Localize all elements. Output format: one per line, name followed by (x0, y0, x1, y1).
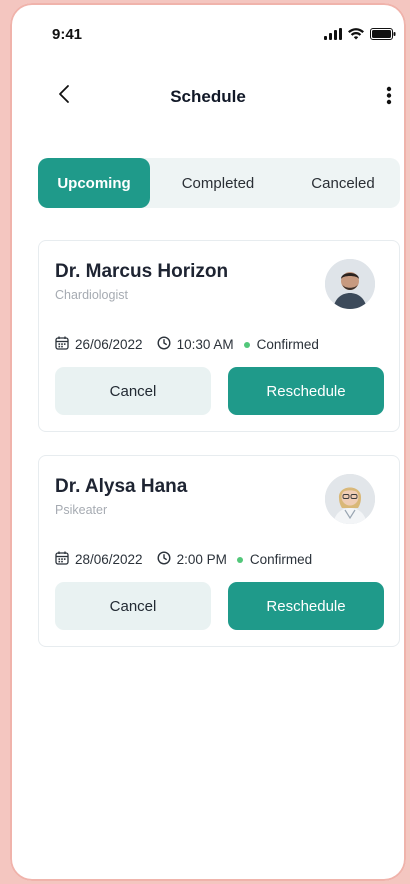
appointment-meta: 26/06/2022 10:30 AM Confirmed (55, 336, 319, 353)
cancel-button[interactable]: Cancel (55, 582, 211, 630)
doctor-avatar (325, 474, 375, 524)
app-header: Schedule (10, 81, 406, 111)
appointment-status: Confirmed (256, 337, 319, 352)
more-vertical-icon (386, 86, 392, 105)
reschedule-button[interactable]: Reschedule (228, 582, 384, 630)
status-bar: 9:41 (10, 3, 406, 63)
tab-canceled[interactable]: Canceled (286, 158, 400, 208)
status-dot (243, 341, 250, 348)
clock-icon (157, 336, 171, 353)
system-icons (324, 27, 396, 45)
appointment-status: Confirmed (249, 552, 313, 567)
tab-upcoming[interactable]: Upcoming (38, 158, 150, 208)
calendar-icon (55, 336, 69, 353)
clock-icon (157, 551, 171, 568)
calendar-icon (55, 551, 69, 568)
appointment-card: Dr. Marcus Horizon Chardiologist 26/06/2… (38, 240, 400, 432)
tab-completed[interactable]: Completed (150, 158, 286, 208)
wifi-icon (348, 27, 364, 45)
doctor-name: Dr. Marcus Horizon (55, 261, 229, 282)
phone-screen: 9:41 Schedule Upcoming Completed Cancele… (10, 3, 406, 881)
doctor-specialty: Psikeater (55, 503, 108, 517)
schedule-tabs: Upcoming Completed Canceled (38, 158, 400, 208)
appointment-time: 10:30 AM (176, 337, 234, 352)
doctor-name: Dr. Alysa Hana (55, 476, 188, 497)
cancel-button[interactable]: Cancel (55, 367, 211, 415)
doctor-specialty: Chardiologist (55, 288, 128, 302)
device-frame: 9:41 Schedule Upcoming Completed Cancele… (0, 0, 410, 884)
page-title: Schedule (170, 87, 246, 106)
status-time: 9:41 (52, 26, 83, 43)
doctor-avatar (325, 259, 375, 309)
more-options-button[interactable] (382, 83, 396, 109)
battery-icon (370, 27, 396, 45)
status-dot (236, 556, 243, 563)
appointment-date: 26/06/2022 (75, 337, 143, 352)
reschedule-button[interactable]: Reschedule (228, 367, 384, 415)
appointment-card: Dr. Alysa Hana Psikeater 28/06/2022 2:00… (38, 455, 400, 647)
appointment-time: 2:00 PM (176, 552, 227, 567)
appointment-meta: 28/06/2022 2:00 PM Confirmed (55, 551, 312, 568)
signal-icon (324, 27, 342, 45)
appointment-date: 28/06/2022 (75, 552, 143, 567)
